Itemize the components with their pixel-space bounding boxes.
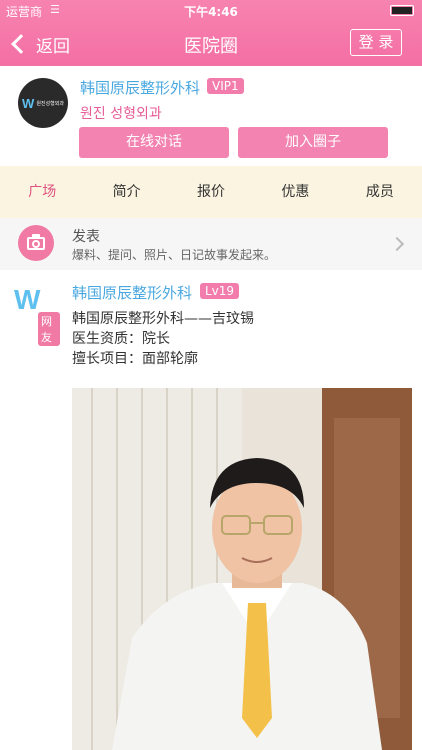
hospital-subtitle: 원진 성형외과 bbox=[80, 106, 162, 122]
status-time: 下午4:46 bbox=[184, 5, 238, 19]
hospital-name[interactable]: 韩国原辰整形外科 bbox=[80, 77, 200, 98]
chevron-right-icon bbox=[389, 236, 405, 252]
vip-badge: VIP1 bbox=[207, 78, 244, 94]
post-text-line: 擅长项目：面部轮廓 bbox=[72, 351, 198, 367]
online-chat-button[interactable]: 在线对话 bbox=[79, 127, 229, 158]
hospital-logo[interactable]: W 원진성형외과 bbox=[18, 78, 68, 128]
login-button[interactable]: 登 录 bbox=[350, 29, 402, 56]
battery-icon bbox=[390, 5, 414, 16]
avatar[interactable]: W 网友 bbox=[14, 284, 60, 346]
camera-icon bbox=[18, 225, 54, 261]
tab-offers[interactable]: 优惠 bbox=[253, 166, 337, 218]
post-text-line: 韩国原辰整形外科——吉玟锡 bbox=[72, 311, 254, 327]
compose-post-row[interactable]: 发表 爆料、提问、照片、日记故事发起来。 bbox=[0, 218, 422, 270]
logo-mark: W bbox=[22, 95, 35, 111]
logo-small-text: 원진성형외과 bbox=[36, 100, 64, 107]
post-photo[interactable] bbox=[72, 388, 412, 750]
tab-members[interactable]: 成员 bbox=[338, 166, 422, 218]
join-circle-button[interactable]: 加入圈子 bbox=[238, 127, 388, 158]
tab-price[interactable]: 报价 bbox=[169, 166, 253, 218]
level-badge: Lv19 bbox=[200, 283, 240, 299]
tab-plaza[interactable]: 广场 bbox=[0, 166, 84, 218]
user-type-badge: 网友 bbox=[38, 312, 60, 346]
tab-intro[interactable]: 简介 bbox=[84, 166, 168, 218]
post-card: W 网友 韩国原辰整形外科 Lv19 韩国原辰整形外科——吉玟锡 医生资质：院长… bbox=[0, 270, 422, 750]
post-author[interactable]: 韩国原辰整形外科 bbox=[72, 282, 192, 303]
hospital-header: W 원진성형외과 韩国原辰整形外科 VIP1 원진 성형외과 在线对话 加入圈子 bbox=[0, 66, 422, 166]
top-bar: 运营商 ☰ 下午4:46 返回 医院圈 登 录 bbox=[0, 0, 422, 66]
tab-bar: 广场 简介 报价 优惠 成员 bbox=[0, 166, 422, 218]
post-text-line: 医生资质：院长 bbox=[72, 331, 170, 347]
compose-title: 发表 bbox=[72, 229, 100, 245]
status-bar: 运营商 ☰ 下午4:46 bbox=[0, 0, 422, 22]
compose-hint: 爆料、提问、照片、日记故事发起来。 bbox=[72, 248, 277, 262]
avatar-logo: W bbox=[14, 284, 41, 315]
doctor-photo bbox=[72, 388, 412, 750]
